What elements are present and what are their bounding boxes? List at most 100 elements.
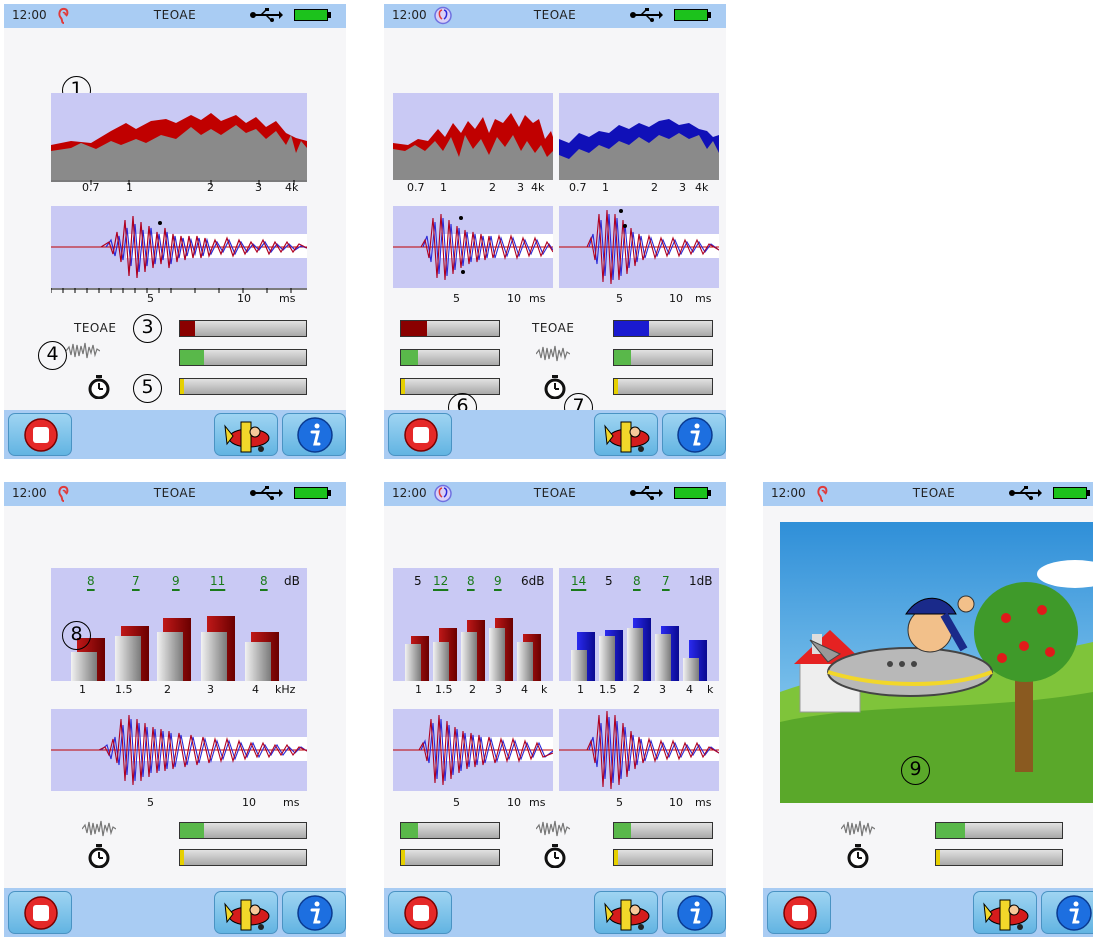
left-time-progress-bar xyxy=(400,849,500,866)
tick-label: 1 xyxy=(126,181,133,194)
left-time-progress-bar xyxy=(400,378,500,395)
bottom-bar xyxy=(4,888,346,937)
status-bar: 12:00 TEOAE xyxy=(4,4,346,28)
noise-waveform-icon xyxy=(536,345,570,362)
tick-label: 3 xyxy=(517,181,524,194)
battery-icon xyxy=(674,9,711,21)
left-time-tick-labels: 5 10 ms xyxy=(393,292,553,306)
distraction-airplane-button[interactable] xyxy=(214,891,278,934)
tick-label: 3 xyxy=(255,181,262,194)
distraction-airplane-button[interactable] xyxy=(594,891,658,934)
info-button[interactable] xyxy=(282,413,346,456)
tick-label: 5 xyxy=(616,796,623,809)
tick-label: 10 xyxy=(669,292,683,305)
airplane-icon xyxy=(604,899,650,931)
bottom-bar xyxy=(4,410,346,459)
left-waveform-chart xyxy=(393,213,553,281)
tick-label: 1.5 xyxy=(115,683,133,696)
tick-label: 0.7 xyxy=(82,181,100,194)
left-bars-panel: 5 12 8 9 6dB xyxy=(393,568,553,681)
stop-icon xyxy=(404,418,438,452)
tick-label: 1 xyxy=(440,181,447,194)
tick-label: 5 xyxy=(453,796,460,809)
airplane-icon xyxy=(224,421,270,453)
band-tick-labels: 1 1.5 2 3 4 kHz xyxy=(51,683,307,697)
info-button[interactable] xyxy=(1041,891,1093,934)
right-spectrum-tick-labels: 0.7 1 2 3 4k xyxy=(559,181,719,195)
callout-3: 3 xyxy=(133,314,162,343)
stop-button[interactable] xyxy=(8,413,72,456)
tick-label: 0.7 xyxy=(407,181,425,194)
tick-label: 5 xyxy=(147,796,154,809)
tick-label: kHz xyxy=(275,683,296,696)
stop-button[interactable] xyxy=(8,891,72,934)
tick-label: ms xyxy=(695,796,712,809)
tick-label: 3 xyxy=(679,181,686,194)
right-response-progress-bar xyxy=(613,320,713,337)
stopwatch-icon xyxy=(88,375,110,399)
band-bars-chart xyxy=(71,616,279,681)
callout-8: 8 xyxy=(62,621,91,650)
tick-label: 3 xyxy=(659,683,666,696)
tick-label: 2 xyxy=(489,181,496,194)
stop-button[interactable] xyxy=(388,413,452,456)
noise-waveform-icon xyxy=(66,342,100,359)
info-button[interactable] xyxy=(662,413,726,456)
tick-label: k xyxy=(707,683,714,696)
airplane-icon xyxy=(224,899,270,931)
waveform-panel xyxy=(51,206,307,288)
time-tick-labels: 5 10 ms xyxy=(51,292,307,306)
tick-label: 1.5 xyxy=(599,683,617,696)
tick-label: 2 xyxy=(469,683,476,696)
left-spectrum-panel xyxy=(393,93,553,180)
right-waveform-chart xyxy=(559,710,719,790)
airplane-icon xyxy=(983,899,1029,931)
callout-9: 9 xyxy=(901,756,930,785)
tick-label: 4 xyxy=(252,683,259,696)
pilot-airplane-scene xyxy=(780,522,1093,803)
bottom-bar xyxy=(384,888,726,937)
time-fill xyxy=(180,379,184,394)
waveform-panel xyxy=(51,709,307,791)
left-bars-chart xyxy=(405,618,541,681)
noise-progress-bar xyxy=(179,822,307,839)
tick-label: 4 xyxy=(686,683,693,696)
left-noise-progress-bar xyxy=(400,349,500,366)
tick-label: 10 xyxy=(242,796,256,809)
info-button[interactable] xyxy=(282,891,346,934)
noise-waveform-icon xyxy=(841,820,875,837)
info-icon xyxy=(297,895,333,931)
usb-icon xyxy=(630,8,663,22)
time-progress-bar xyxy=(179,849,307,866)
info-icon xyxy=(1056,895,1092,931)
screen-both-ears-bars: 12:00 TEOAE 5 12 8 9 6dB 14 5 8 7 1dB 1 … xyxy=(384,482,726,937)
distraction-airplane-button[interactable] xyxy=(214,413,278,456)
bottom-bar xyxy=(384,410,726,459)
battery-icon xyxy=(1053,487,1090,499)
stopwatch-icon xyxy=(544,375,566,399)
right-noise-progress-bar xyxy=(613,349,713,366)
status-bar: 12:00 TEOAE xyxy=(4,482,346,506)
window-title: TEOAE xyxy=(912,486,956,500)
right-waveform-panel xyxy=(559,709,719,791)
distraction-airplane-button[interactable] xyxy=(594,413,658,456)
info-button[interactable] xyxy=(662,891,726,934)
info-icon xyxy=(677,895,713,931)
tick-label: ms xyxy=(529,292,546,305)
tick-label: 10 xyxy=(507,796,521,809)
stop-button[interactable] xyxy=(767,891,831,934)
tick-label: 4k xyxy=(531,181,545,194)
tick-label: ms xyxy=(529,796,546,809)
left-response-progress-bar xyxy=(400,320,500,337)
callout-5: 5 xyxy=(133,374,162,403)
airplane-icon xyxy=(604,421,650,453)
teoae-label: TEOAE xyxy=(74,321,117,335)
waveform-chart xyxy=(51,714,307,786)
spectrum-tick-labels: 0.7 1 2 3 4k xyxy=(51,181,307,195)
right-bars-panel: 14 5 8 7 1dB xyxy=(559,568,719,681)
distraction-airplane-button[interactable] xyxy=(973,891,1037,934)
right-time-progress-bar xyxy=(613,378,713,395)
stop-button[interactable] xyxy=(388,891,452,934)
screen-both-ears-spectrum: 12:00 TEOAE 0.7 1 2 3 4k 0.7 1 2 3 4k 5 … xyxy=(384,4,726,459)
tick-label: ms xyxy=(279,292,296,305)
